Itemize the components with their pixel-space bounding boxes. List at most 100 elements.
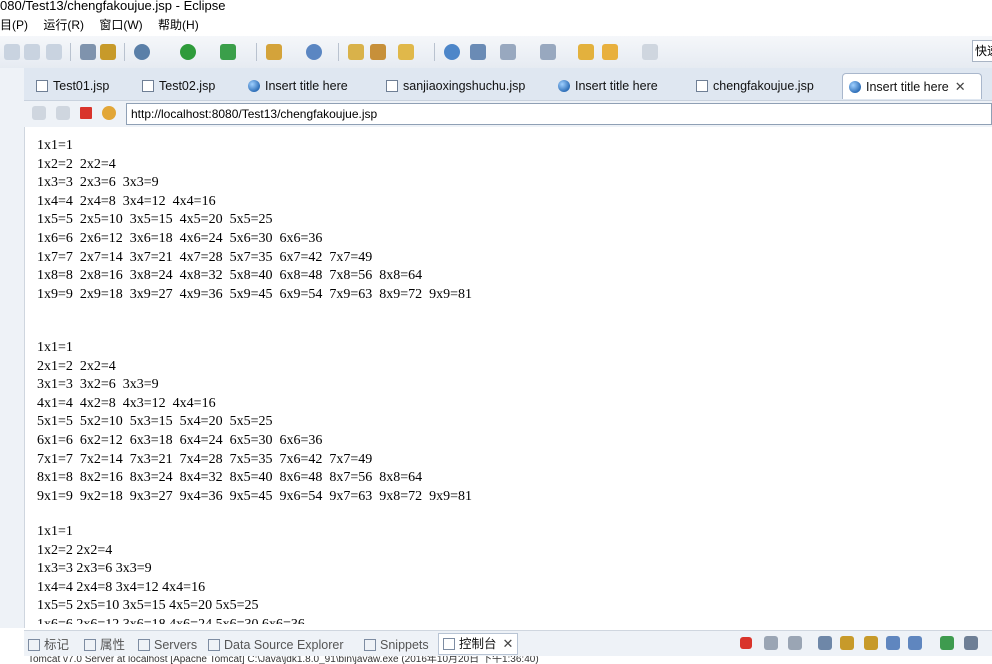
table-block-3: 1x1=1 1x2=2 2x2=4 1x3=3 2x3=6 3x3=9 1x4=… <box>37 523 305 624</box>
markers-icon <box>28 639 40 651</box>
next-edit-icon[interactable] <box>500 44 516 60</box>
word-wrap-icon[interactable] <box>864 636 878 650</box>
tab-console[interactable]: 控制台 ✕ <box>438 633 519 655</box>
toolbar-separator <box>434 43 435 61</box>
menu-window[interactable]: 窗口(W) <box>93 15 148 35</box>
tab-label: Snippets <box>380 638 429 652</box>
menu-help[interactable]: 帮助(H) <box>152 15 205 35</box>
console-status-line: Tomcat v7.0 Server at localhost [Apache … <box>0 656 992 664</box>
url-input[interactable]: http://localhost:8080/Test13/chengfakouj… <box>126 103 992 125</box>
tab-test02[interactable]: Test02.jsp <box>136 73 240 99</box>
output-line: 7x1=7 7x2=14 7x3=21 7x4=28 7x5=35 7x6=42… <box>37 451 373 467</box>
tab-label: Test02.jsp <box>159 79 216 93</box>
tab-test01[interactable]: Test01.jsp <box>30 73 134 99</box>
tab-markers[interactable]: 标记 <box>28 635 69 655</box>
browser-nav-bar: http://localhost:8080/Test13/chengfakouj… <box>24 101 992 127</box>
tab-servers[interactable]: Servers <box>138 635 197 655</box>
output-line: 3x1=3 3x2=6 3x3=9 <box>37 377 159 393</box>
open-task-icon[interactable] <box>80 44 96 60</box>
close-icon[interactable]: ✕ <box>955 74 966 100</box>
console-icon <box>443 638 455 650</box>
file-icon <box>142 80 154 92</box>
menu-run[interactable]: 运行(R) <box>37 15 90 35</box>
undo-icon[interactable] <box>4 44 20 60</box>
bottom-view-tabs: 标记 属性 Servers Data Source Explorer Snipp… <box>24 630 992 657</box>
output-line: 1x5=5 2x5=10 3x5=15 4x5=20 5x5=25 <box>37 212 273 228</box>
remove-launch-icon[interactable] <box>764 636 778 650</box>
terminate-icon[interactable] <box>740 637 752 649</box>
output-line: 1x4=4 2x4=8 3x4=12 4x4=16 <box>37 579 206 595</box>
debug-icon[interactable] <box>134 44 150 60</box>
menu-bar: 目(P) 运行(R) 窗口(W) 帮助(H) <box>0 15 992 35</box>
tab-sanjiaoxingshuchu[interactable]: sanjiaoxingshuchu.jsp <box>380 73 552 99</box>
tab-snippets[interactable]: Snippets <box>364 635 429 655</box>
new-wizard-icon[interactable] <box>266 44 282 60</box>
table-block-2: 1x1=1 2x1=2 2x2=4 3x1=3 3x2=6 3x3=9 4x1=… <box>37 339 472 506</box>
quick-access-field[interactable]: 快速 <box>972 40 992 62</box>
tab-label: Servers <box>154 638 198 652</box>
globe-icon[interactable] <box>444 44 460 60</box>
tab-chengfakoujue[interactable]: chengfakoujue.jsp <box>690 73 842 99</box>
toolbar-separator <box>256 43 257 61</box>
run-server-icon[interactable] <box>220 44 236 60</box>
refactor-icon[interactable] <box>470 44 486 60</box>
next-annotation-icon[interactable] <box>46 44 62 60</box>
pin-editor-icon[interactable] <box>578 44 594 60</box>
output-line: 1x8=8 2x8=16 3x8=24 4x8=32 5x8=40 6x8=48… <box>37 268 423 284</box>
run-icon[interactable] <box>180 44 196 60</box>
show-whitespace-icon[interactable] <box>100 44 116 60</box>
open-type-icon[interactable] <box>348 44 364 60</box>
output-line: 1x9=9 2x9=18 3x9=27 4x9=36 5x9=45 6x9=54… <box>37 286 473 302</box>
show-on-output-icon[interactable] <box>886 636 900 650</box>
window-title: 080/Test13/chengfakoujue.jsp - Eclipse <box>0 0 992 15</box>
clear-console-icon[interactable] <box>818 636 832 650</box>
tab-label: 属性 <box>100 638 126 652</box>
redo-icon[interactable] <box>24 44 40 60</box>
output-line: 1x7=7 2x7=14 3x7=21 4x7=28 5x7=35 6x7=42… <box>37 249 373 265</box>
tab-label: Insert title here <box>575 79 658 93</box>
display-console-icon[interactable] <box>964 636 978 650</box>
menu-project[interactable]: 目(P) <box>0 15 34 35</box>
output-line: 5x1=5 5x2=10 5x3=15 5x4=20 5x5=25 <box>37 414 273 430</box>
tab-label: 标记 <box>44 638 70 652</box>
output-line: 1x2=2 2x2=4 <box>37 156 116 172</box>
tab-label: Insert title here <box>866 80 949 94</box>
output-line: 1x3=3 2x3=6 3x3=9 <box>37 561 152 577</box>
forward-icon[interactable] <box>56 106 70 120</box>
refresh-icon[interactable] <box>102 106 116 120</box>
open-web-browser-icon[interactable] <box>398 44 414 60</box>
remove-all-icon[interactable] <box>788 636 802 650</box>
forward-icon[interactable] <box>642 44 658 60</box>
back-icon[interactable] <box>32 106 46 120</box>
new-class-icon[interactable] <box>306 44 322 60</box>
search-icon[interactable] <box>370 44 386 60</box>
tab-data-source-explorer[interactable]: Data Source Explorer <box>208 635 344 655</box>
globe-icon <box>248 80 260 92</box>
output-line: 1x6=6 2x6=12 3x6=18 4x6=24 5x6=30 6x6=36 <box>37 616 305 624</box>
back-icon[interactable] <box>602 44 618 60</box>
scroll-lock-icon[interactable] <box>840 636 854 650</box>
tab-insert-title-1[interactable]: Insert title here <box>242 73 382 99</box>
output-line: 4x1=4 4x2=8 4x3=12 4x4=16 <box>37 395 216 411</box>
pin-console-icon[interactable] <box>940 636 954 650</box>
left-panel-strip <box>0 68 25 628</box>
snippets-icon <box>364 639 376 651</box>
output-line: 1x1=1 <box>37 138 73 153</box>
close-icon[interactable]: ✕ <box>503 634 514 654</box>
toolbar-separator <box>338 43 339 61</box>
stop-icon[interactable] <box>80 107 92 119</box>
last-edit-icon[interactable] <box>540 44 556 60</box>
tab-label: sanjiaoxingshuchu.jsp <box>403 79 526 93</box>
tab-insert-title-active[interactable]: Insert title here ✕ <box>842 73 982 99</box>
file-icon <box>386 80 398 92</box>
output-line: 1x3=3 2x3=6 3x3=9 <box>37 175 159 191</box>
output-line: 1x1=1 <box>37 524 73 539</box>
servers-icon <box>138 639 150 651</box>
browser-content: 1x1=1 1x2=2 2x2=4 1x3=3 2x3=6 3x3=9 1x4=… <box>24 128 992 624</box>
tab-properties[interactable]: 属性 <box>84 635 125 655</box>
output-line: 1x2=2 2x2=4 <box>37 542 113 558</box>
editor-tab-bar: Test01.jsp Test02.jsp Insert title here … <box>24 68 992 101</box>
tab-insert-title-2[interactable]: Insert title here <box>552 73 694 99</box>
output-line: 1x1=1 <box>37 340 73 355</box>
show-on-error-icon[interactable] <box>908 636 922 650</box>
